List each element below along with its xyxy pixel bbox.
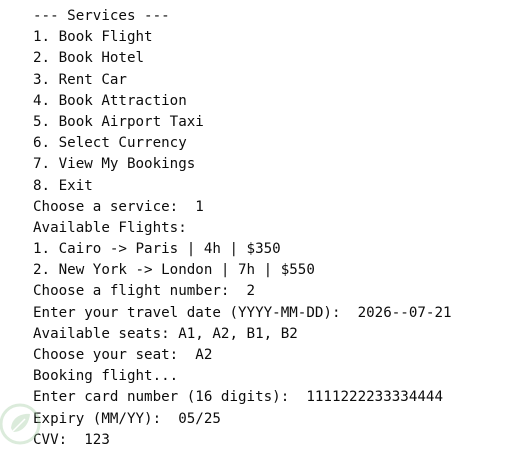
console-line-menu-item: 2. Book Hotel [33,50,145,67]
console-line-menu-item: 7. View My Bookings [33,156,196,173]
console-line-expiry-prompt: Expiry (MM/YY): 05/25 [33,410,221,427]
console-line-flight-prompt: Choose a flight number: 2 [33,283,256,300]
console-line-booking-status: Booking flight... [33,368,179,385]
console-line-seats-available: Available seats: A1, A2, B1, B2 [33,325,298,342]
console-line-menu-item: 3. Rent Car [33,71,127,88]
console-line-card-prompt: Enter card number (16 digits): 111122223… [33,389,443,406]
console-line-flight-option: 2. New York -> London | 7h | $550 [33,262,315,279]
console-line-menu-header: --- Services --- [33,8,170,24]
console-line-flights-header: Available Flights: [33,219,187,236]
console-line-seat-prompt: Choose your seat: A2 [33,347,213,363]
console-line-menu-item: 4. Book Attraction [33,92,187,109]
leaf-logo-icon [0,403,41,445]
console-line-date-prompt: Enter your travel date (YYYY-MM-DD): 202… [33,304,452,321]
console-line-menu-item: 5. Book Airport Taxi [33,113,204,130]
console-line-menu-item: 1. Book Flight [33,29,153,46]
console-line-flight-option: 1. Cairo -> Paris | 4h | $350 [33,241,281,258]
console-output: --- Services --- 1. Book Flight 2. Book … [33,6,452,449]
console-line-cvv-prompt: CVV: 123 [33,431,110,448]
console-line-menu-item: 6. Select Currency [33,135,187,152]
console-window[interactable]: --- Services --- 1. Book Flight 2. Book … [0,0,525,449]
console-line-menu-item: 8. Exit [33,177,93,194]
console-line-service-prompt: Choose a service: 1 [33,198,204,215]
